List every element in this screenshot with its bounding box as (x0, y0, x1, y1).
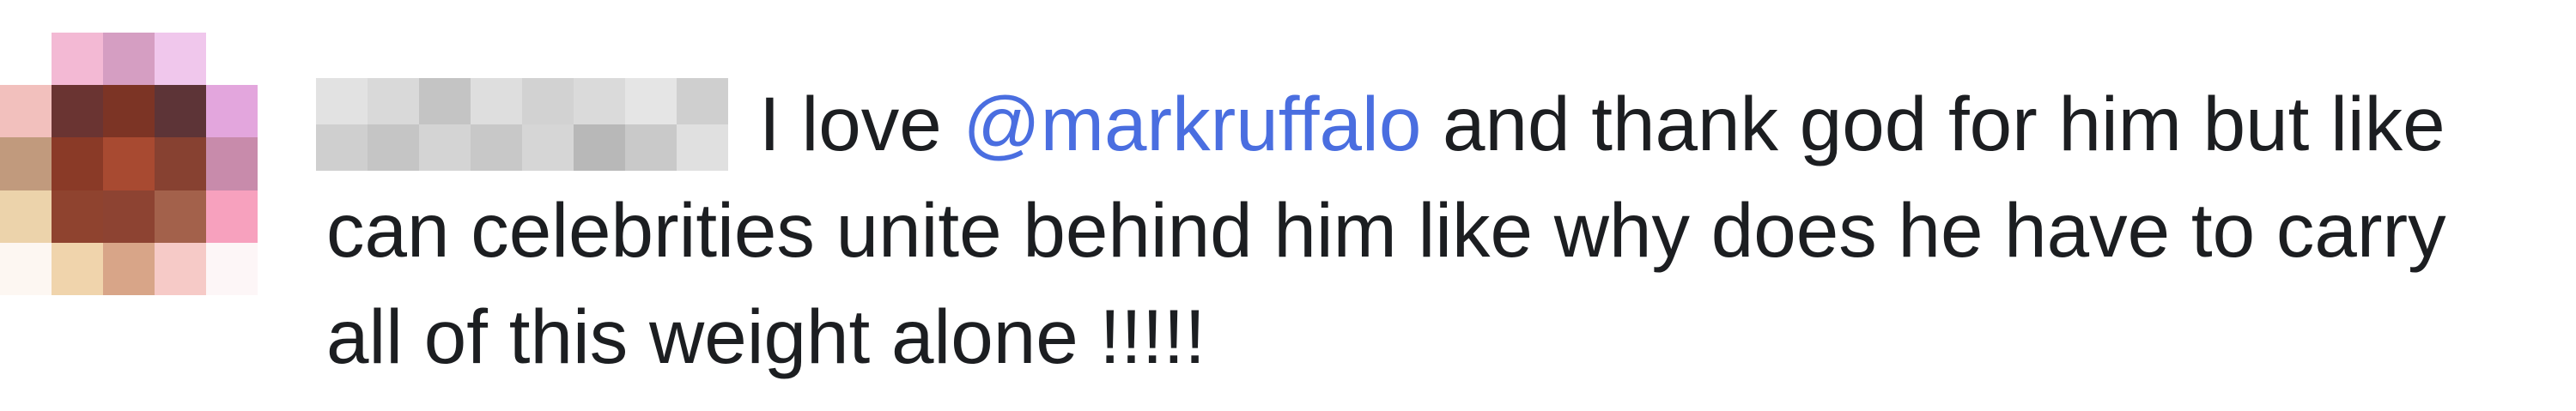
avatar-pixel (206, 85, 258, 138)
avatar-pixel (0, 190, 52, 243)
avatar-pixel (0, 85, 52, 138)
comment-text-before-mention: I love (759, 81, 963, 166)
mention-link[interactable]: @markruffalo (963, 81, 1421, 166)
avatar-pixel (0, 242, 52, 295)
comment: I love @markruffalo and thank god for hi… (0, 0, 2576, 411)
avatar-pixel (206, 33, 258, 86)
avatar-pixel (155, 242, 206, 295)
avatar-pixel (52, 242, 103, 295)
avatar-pixel (103, 190, 155, 243)
avatar-pixel (103, 137, 155, 190)
avatar-pixel (155, 190, 206, 243)
comment-text: I love @markruffalo and thank god for hi… (326, 70, 2524, 390)
avatar-pixel (0, 137, 52, 190)
avatar-pixel (206, 242, 258, 295)
avatar-pixel (52, 137, 103, 190)
avatar-pixel (155, 33, 206, 86)
avatar-pixel (206, 137, 258, 190)
avatar-pixel (206, 190, 258, 243)
avatar-pixel (155, 85, 206, 138)
avatar[interactable] (0, 33, 258, 295)
avatar-pixel (103, 242, 155, 295)
avatar-pixel (52, 85, 103, 138)
avatar-pixel (52, 33, 103, 86)
avatar-pixel (155, 137, 206, 190)
avatar-pixel (52, 190, 103, 243)
avatar-pixel (103, 85, 155, 138)
avatar-pixel (103, 33, 155, 86)
avatar-pixel (0, 33, 52, 86)
